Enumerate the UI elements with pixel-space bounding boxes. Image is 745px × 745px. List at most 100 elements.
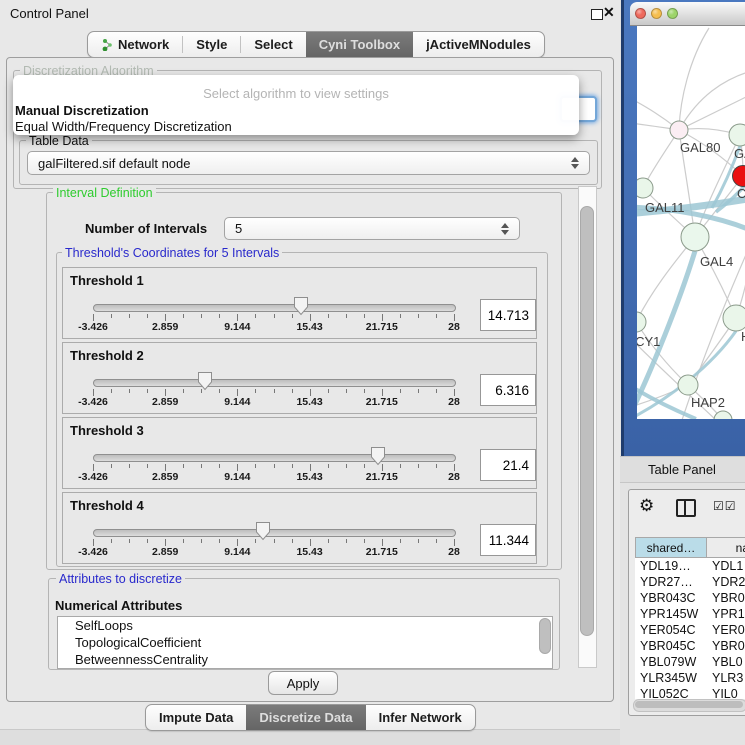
table-row[interactable]: YLR345W YLR3	[635, 670, 745, 686]
h-node[interactable]	[723, 305, 745, 331]
threshold-slider[interactable]: -3.4262.8599.14415.4321.71528	[63, 343, 536, 413]
threshold-slider[interactable]: -3.4262.8599.14415.4321.71528	[63, 418, 536, 488]
tab-impute-data[interactable]: Impute Data	[146, 705, 246, 730]
slider-tick	[274, 464, 275, 468]
close-icon[interactable]: ✕	[603, 4, 615, 21]
hap2-node[interactable]	[678, 375, 698, 395]
tab-select[interactable]: Select	[241, 32, 305, 57]
tab-jactivemnodules[interactable]: jActiveMNodules	[413, 32, 544, 57]
table-row[interactable]: YIL052C YIL0	[635, 686, 745, 699]
control-panel: Control Panel ✕ NetworkStyleSelectCyni T…	[0, 0, 620, 745]
tab-infer-network[interactable]: Infer Network	[366, 705, 475, 730]
slider-tick	[418, 464, 419, 468]
table-data-combobox[interactable]: galFiltered.sif default node	[27, 151, 590, 175]
tab-network[interactable]: Network	[88, 32, 182, 57]
slider-tick-label: 2.859	[152, 546, 178, 558]
node-label: GAL4	[700, 254, 733, 269]
node-table[interactable]: YDL19…YDL1YDR27…YDR2YBR043CYBR0YPR145WYP…	[635, 558, 745, 699]
cell-shared-name[interactable]: YBR045C	[640, 639, 696, 653]
apply-button[interactable]: Apply	[268, 671, 338, 695]
cell-name[interactable]: YBR0	[712, 639, 745, 653]
tab-discretize-data[interactable]: Discretize Data	[246, 705, 365, 730]
cell-name[interactable]: YBR0	[712, 591, 745, 605]
network-view-window: GAL80GACGAL11GAL4GCY1HHAP2	[621, 0, 745, 456]
table-row[interactable]: YDR27… YDR2	[635, 574, 745, 590]
threshold-slider[interactable]: -3.4262.8599.14415.4321.71528	[63, 268, 536, 338]
threshold-slider[interactable]: -3.4262.8599.14415.4321.71528	[63, 493, 536, 563]
table-row[interactable]: YDL19… YDL1	[635, 558, 745, 574]
slider-thumb[interactable]	[255, 521, 271, 541]
cell-name[interactable]: YLR3	[712, 671, 743, 685]
bottom-node[interactable]	[714, 411, 732, 429]
cell-shared-name[interactable]: YLR345W	[640, 671, 697, 685]
cell-shared-name[interactable]: YPR145W	[640, 607, 698, 621]
slider-tick	[274, 539, 275, 543]
slider-thumb[interactable]	[293, 296, 309, 316]
gal80-node[interactable]	[670, 121, 688, 139]
gal4-node[interactable]	[681, 223, 709, 251]
attribute-list-item[interactable]: SelfLoops	[58, 617, 552, 634]
numerical-attributes-list[interactable]: SelfLoopsTopologicalCoefficientBetweenne…	[57, 616, 553, 669]
attribute-list-item[interactable]: TopologicalCoefficient	[58, 634, 552, 651]
checkbox-icons[interactable]: ☑☑	[713, 499, 737, 513]
cell-shared-name[interactable]: YBR043C	[640, 591, 696, 605]
panel-scrollbar-thumb[interactable]	[580, 206, 594, 636]
float-window-icon[interactable]	[591, 9, 603, 20]
table-hscrollbar[interactable]	[633, 699, 745, 712]
cell-name[interactable]: YER0	[712, 623, 745, 637]
num-intervals-combobox[interactable]: 5	[224, 217, 520, 240]
slider-tick	[165, 464, 166, 471]
slider-tick	[310, 389, 311, 396]
threshold-value-input[interactable]	[480, 449, 536, 481]
column-header-shared-name[interactable]: shared…	[635, 537, 707, 558]
slider-tick	[93, 314, 94, 321]
cell-name[interactable]: YDR2	[712, 575, 745, 589]
attributes-list-scrollbar[interactable]	[539, 618, 551, 654]
table-row[interactable]: YER054C YER0	[635, 622, 745, 638]
slider-tick	[111, 539, 112, 543]
tab-style[interactable]: Style	[183, 32, 240, 57]
table-row[interactable]: YBR043C YBR0	[635, 590, 745, 606]
slider-tick	[93, 464, 94, 471]
table-row[interactable]: YBL079W YBL0	[635, 654, 745, 670]
cell-shared-name[interactable]: YBL079W	[640, 655, 696, 669]
attribute-list-item[interactable]: BetweennessCentrality	[58, 651, 552, 668]
threshold-value-input[interactable]	[480, 374, 536, 406]
slider-tick	[292, 464, 293, 468]
slider-tick	[237, 539, 238, 546]
tab-cyni-toolbox[interactable]: Cyni Toolbox	[306, 32, 413, 57]
table-row[interactable]: YBR045C YBR0	[635, 638, 745, 654]
gal11-node[interactable]	[633, 178, 653, 198]
cell-name[interactable]: YIL0	[712, 687, 738, 699]
slider-tick	[436, 464, 437, 468]
cell-name[interactable]: YDL1	[712, 559, 743, 573]
algorithm-option[interactable]: Equal Width/Frequency Discretization	[15, 119, 232, 134]
slider-tick	[147, 314, 148, 318]
bottom-tab-bar: Impute DataDiscretize DataInfer Network	[145, 704, 476, 731]
threshold-value-input[interactable]	[480, 524, 536, 556]
slider-thumb[interactable]	[197, 371, 213, 391]
slider-tick	[436, 539, 437, 543]
slider-tick	[237, 314, 238, 321]
cell-name[interactable]: YPR1	[712, 607, 745, 621]
gear-icon[interactable]: ⚙	[639, 496, 654, 516]
column-header-name[interactable]: na	[706, 537, 745, 558]
slider-tick	[255, 314, 256, 318]
num-intervals-label: Number of Intervals	[85, 221, 207, 236]
algorithm-option[interactable]: Manual Discretization	[15, 103, 149, 118]
tab-label: Style	[196, 37, 227, 52]
gal7-node[interactable]	[729, 124, 745, 146]
slider-thumb[interactable]	[370, 446, 386, 466]
cell-shared-name[interactable]: YDR27…	[640, 575, 693, 589]
slider-tick	[454, 389, 455, 396]
split-columns-icon[interactable]	[676, 499, 696, 517]
cell-shared-name[interactable]: YIL052C	[640, 687, 689, 699]
cell-shared-name[interactable]: YDL19…	[640, 559, 691, 573]
table-row[interactable]: YPR145W YPR1	[635, 606, 745, 622]
gcy1-node[interactable]	[626, 312, 646, 332]
slider-tick	[382, 314, 383, 321]
cell-shared-name[interactable]: YER054C	[640, 623, 696, 637]
threshold-value-input[interactable]	[480, 299, 536, 331]
slider-tick	[364, 389, 365, 393]
cell-name[interactable]: YBL0	[712, 655, 743, 669]
